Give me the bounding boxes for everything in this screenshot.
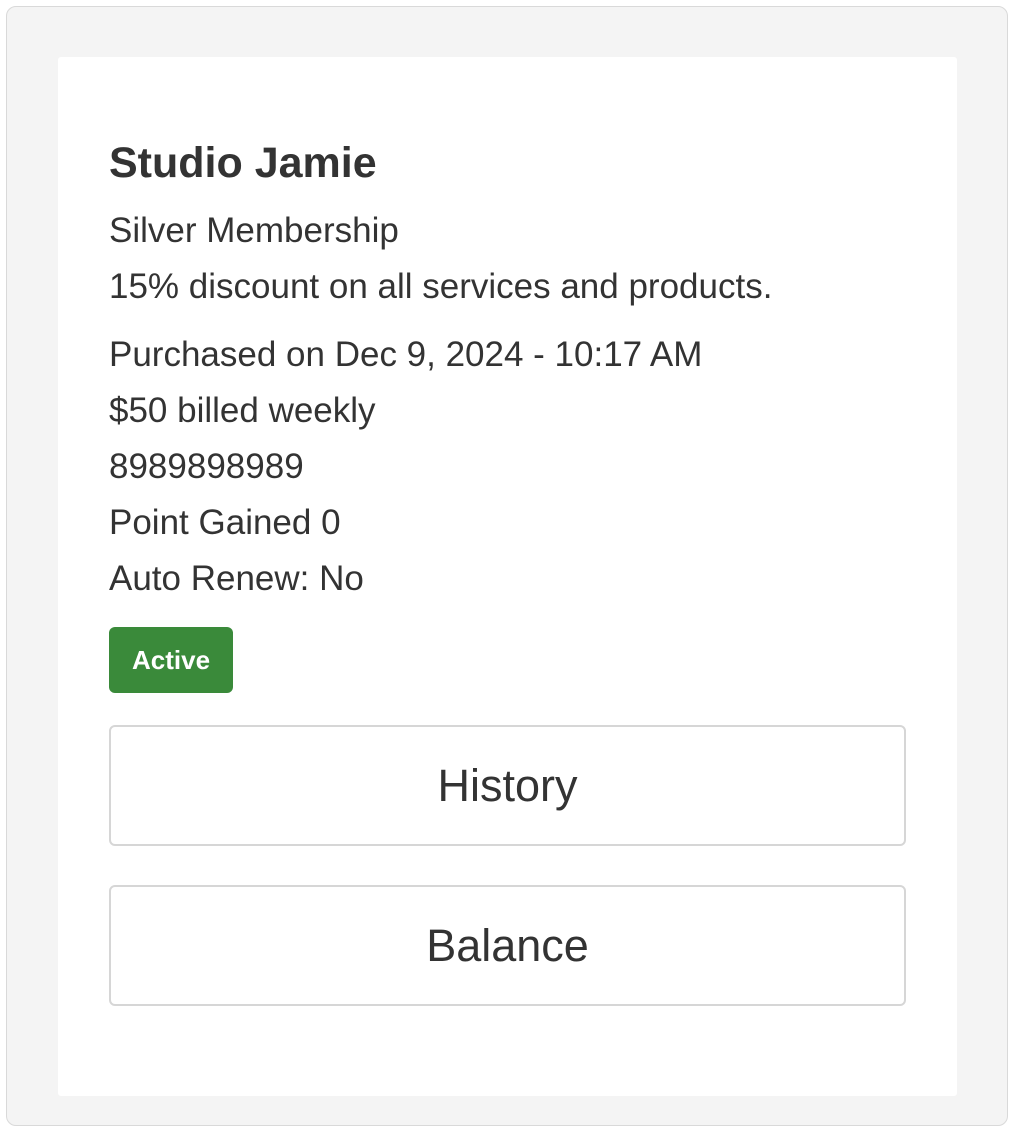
membership-name: Silver Membership bbox=[109, 211, 399, 250]
outer-frame: Studio Jamie Silver Membership 15% disco… bbox=[6, 6, 1008, 1126]
billing-info: $50 billed weekly bbox=[109, 391, 376, 430]
membership-details: Purchased on Dec 9, 2024 - 10:17 AM $50 … bbox=[109, 327, 906, 607]
purchase-date: Purchased on Dec 9, 2024 - 10:17 AM bbox=[109, 335, 703, 374]
phone-number: 8989898989 bbox=[109, 447, 304, 486]
membership-card-content: Studio Jamie Silver Membership 15% disco… bbox=[109, 135, 906, 1006]
membership-description: 15% discount on all services and product… bbox=[109, 267, 773, 306]
membership-card: Studio Jamie Silver Membership 15% disco… bbox=[58, 57, 957, 1096]
status-badge: Active bbox=[109, 627, 234, 693]
auto-renew-status: Auto Renew: No bbox=[109, 559, 364, 598]
points-gained: Point Gained 0 bbox=[109, 503, 341, 542]
balance-button[interactable]: Balance bbox=[109, 885, 906, 1006]
studio-name: Studio Jamie bbox=[109, 139, 377, 187]
history-button[interactable]: History bbox=[109, 725, 906, 846]
